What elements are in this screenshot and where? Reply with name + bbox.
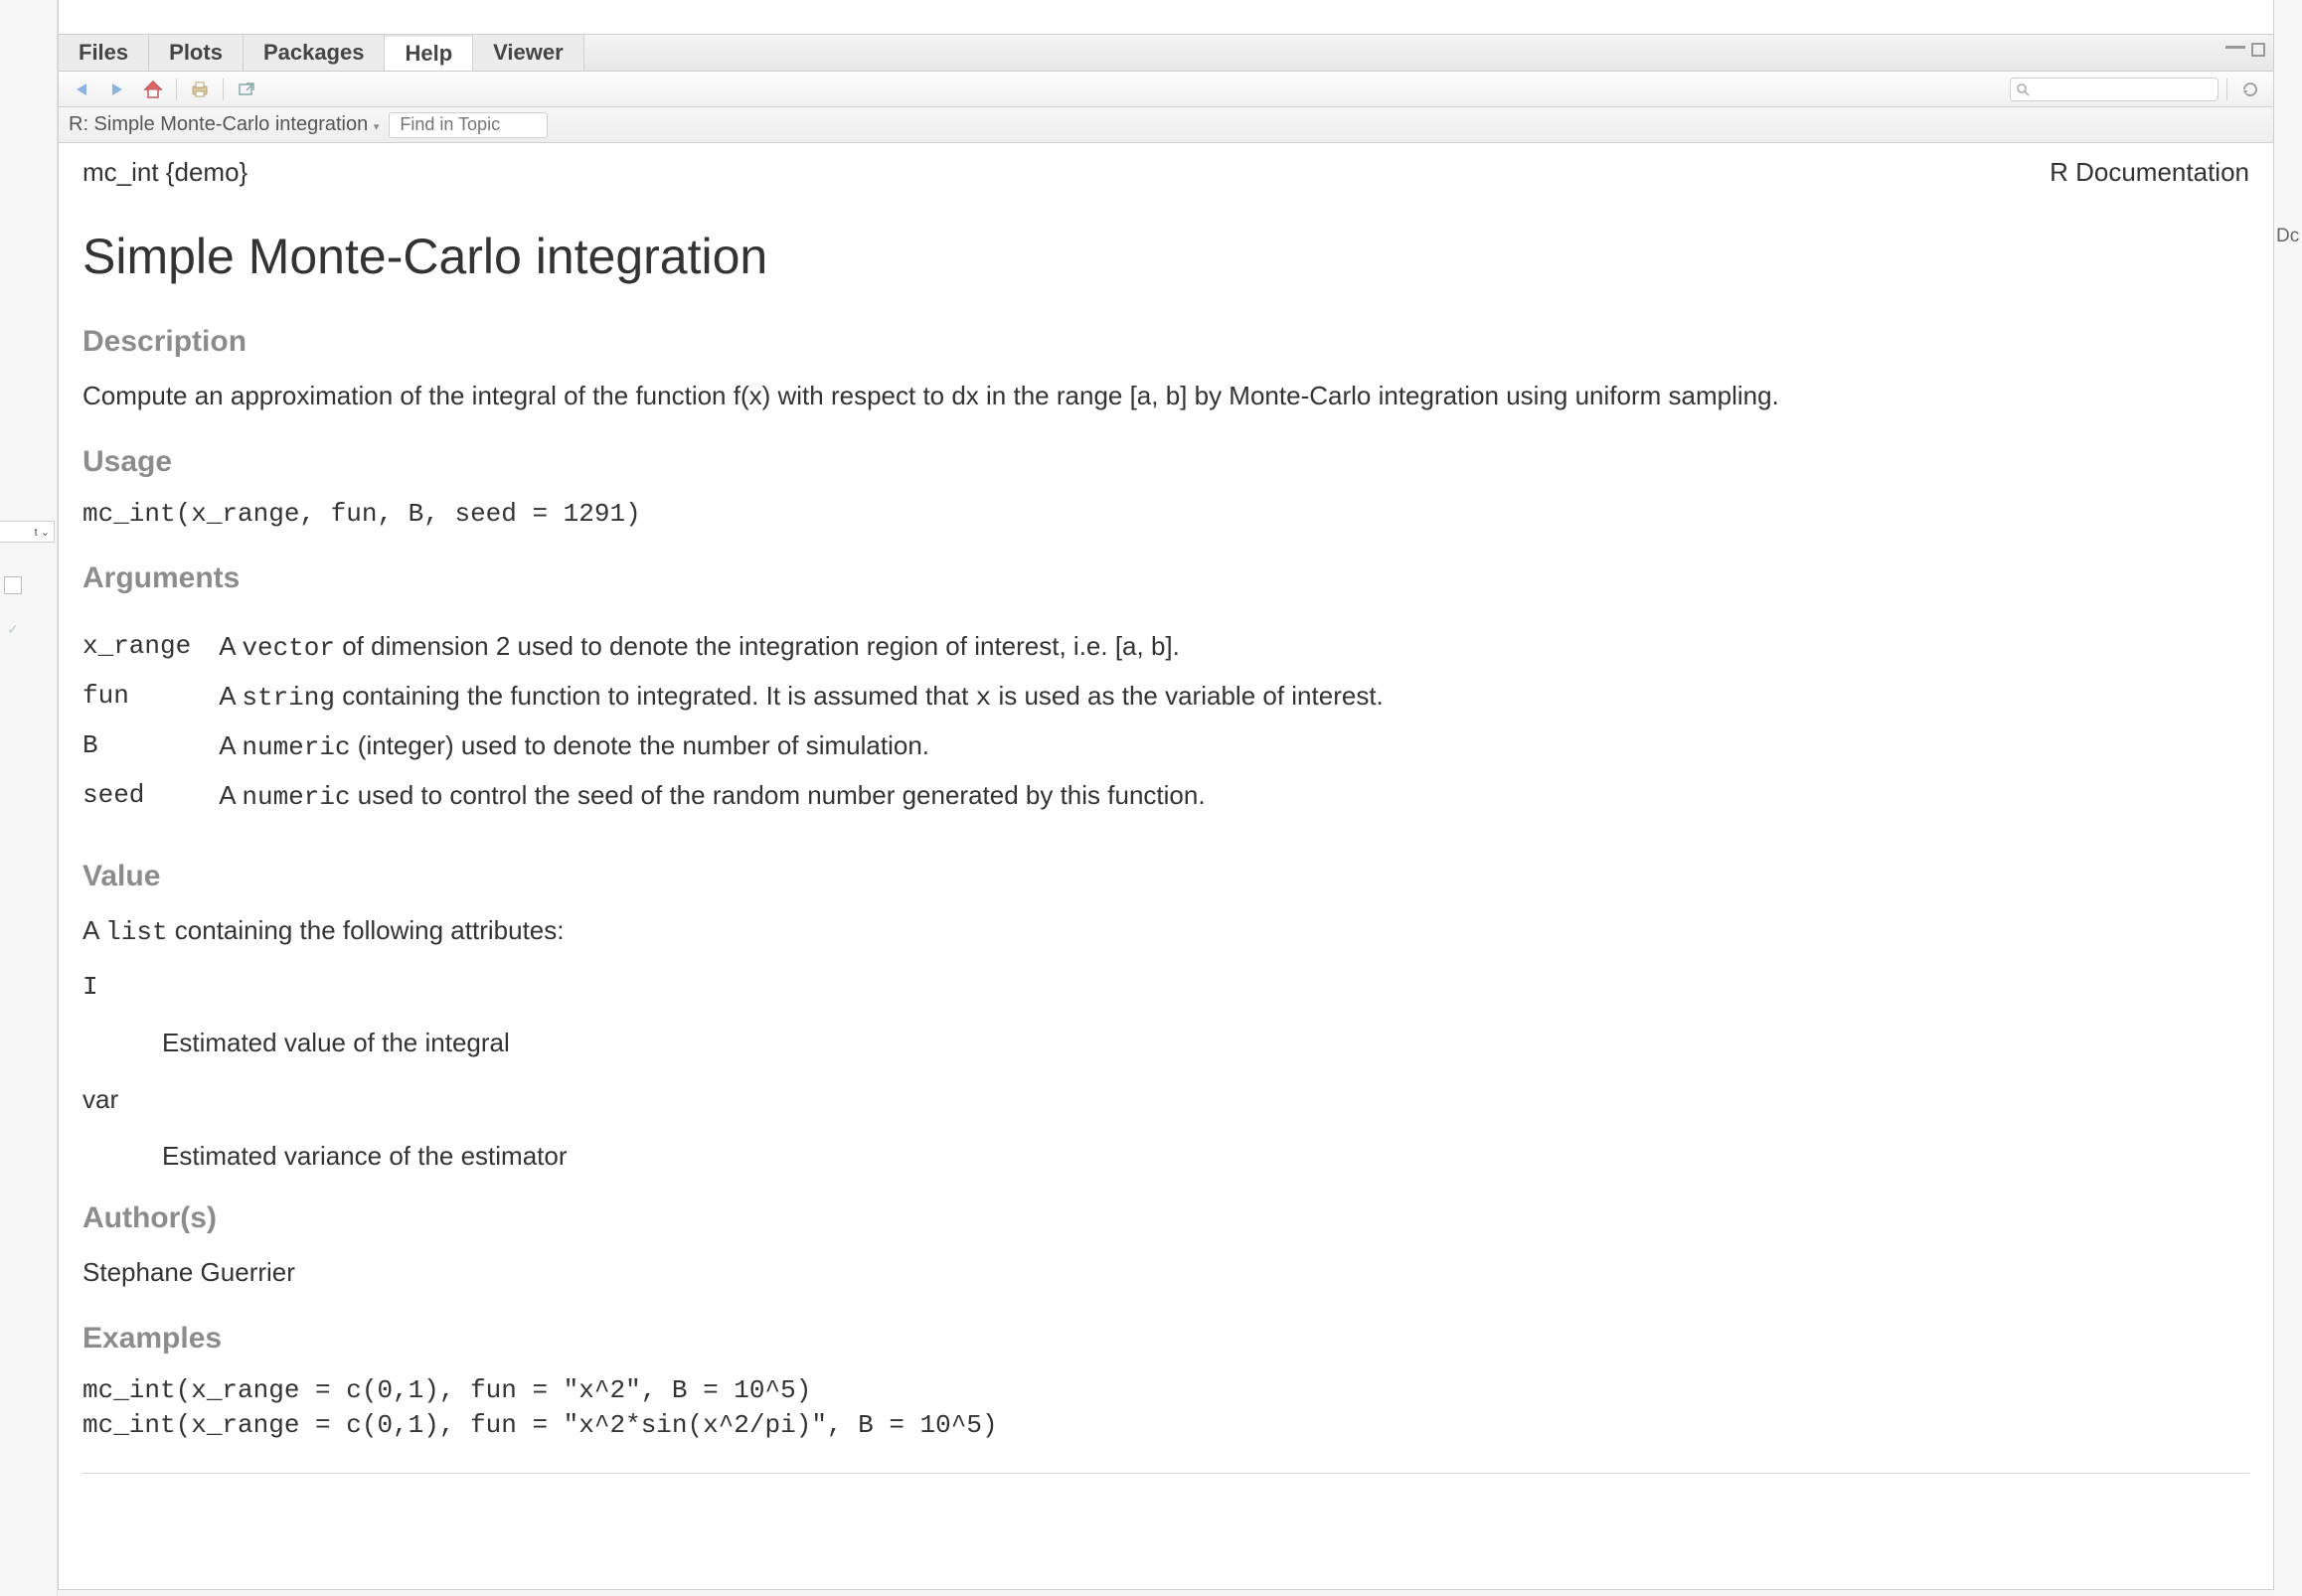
description-heading: Description: [82, 325, 2249, 359]
help-toolbar: [59, 72, 2273, 107]
arg-name: seed: [82, 780, 219, 812]
value-list: I Estimated value of the integral var Es…: [82, 972, 2249, 1172]
usage-heading: Usage: [82, 445, 2249, 479]
arg-desc: A numeric (integer) used to denote the n…: [219, 730, 1411, 762]
tab-help[interactable]: Help: [385, 35, 473, 71]
arg-desc: A string containing the function to inte…: [219, 681, 1411, 713]
page-title: Simple Monte-Carlo integration: [82, 228, 2249, 285]
r-documentation-label: R Documentation: [2050, 157, 2249, 188]
arg-name: fun: [82, 681, 219, 713]
refresh-button[interactable]: [2235, 77, 2265, 102]
arg-desc: A vector of dimension 2 used to denote t…: [219, 631, 1411, 663]
toolbar-separator: [176, 79, 177, 100]
tab-viewer[interactable]: Viewer: [473, 35, 584, 71]
top-blank-bar: [59, 0, 2273, 35]
right-strip-text: Dc: [2276, 226, 2299, 247]
value-item-desc: Estimated value of the integral: [162, 1028, 2249, 1058]
minimize-icon[interactable]: [2225, 43, 2245, 49]
doc-end-rule: [82, 1473, 2249, 1474]
home-icon: [143, 80, 163, 98]
author-heading: Author(s): [82, 1201, 2249, 1235]
arrow-left-icon: [77, 83, 86, 95]
back-button[interactable]: [67, 77, 96, 102]
print-icon: [190, 80, 210, 98]
right-strip: Dc: [2274, 0, 2302, 1596]
usage-code: mc_int(x_range, fun, B, seed = 1291): [82, 497, 2249, 532]
arguments-table: x_range A vector of dimension 2 used to …: [82, 613, 1411, 830]
examples-code: mc_int(x_range = c(0,1), fun = "x^2", B …: [82, 1373, 2249, 1443]
argument-row: seed A numeric used to control the seed …: [82, 780, 1411, 812]
print-button[interactable]: [185, 77, 215, 102]
refresh-icon: [2241, 80, 2259, 98]
search-icon: [2016, 82, 2030, 96]
tab-packages[interactable]: Packages: [244, 35, 386, 71]
tab-plots[interactable]: Plots: [149, 35, 244, 71]
left-gutter: ✓: [0, 0, 58, 1596]
value-intro: A list containing the following attribut…: [82, 911, 2249, 952]
toolbar-separator: [223, 79, 224, 100]
value-item-name: I: [82, 972, 2249, 1002]
left-gutter-box-icon[interactable]: [4, 576, 22, 594]
value-heading: Value: [82, 860, 2249, 893]
open-new-window-button[interactable]: [232, 77, 261, 102]
arguments-heading: Arguments: [82, 561, 2249, 595]
home-button[interactable]: [138, 77, 168, 102]
left-gutter-dropdown[interactable]: [0, 521, 55, 543]
arrow-right-icon: [112, 83, 122, 95]
chevron-down-icon: ▾: [374, 121, 380, 133]
left-gutter-check-icon[interactable]: ✓: [7, 621, 21, 635]
arg-desc: A numeric used to control the seed of th…: [219, 780, 1411, 812]
find-in-topic-input[interactable]: [389, 112, 548, 138]
examples-heading: Examples: [82, 1322, 2249, 1356]
argument-row: x_range A vector of dimension 2 used to …: [82, 631, 1411, 663]
argument-row: B A numeric (integer) used to denote the…: [82, 730, 1411, 762]
search-input[interactable]: [2010, 78, 2219, 101]
breadcrumb-label: R: Simple Monte-Carlo integration: [69, 113, 368, 135]
function-package-label: mc_int {demo}: [82, 157, 247, 188]
toolbar-separator: [2226, 79, 2227, 100]
maximize-icon[interactable]: [2251, 43, 2265, 57]
author-text: Stephane Guerrier: [82, 1253, 2249, 1292]
value-item-desc: Estimated variance of the estimator: [162, 1141, 2249, 1172]
breadcrumb-dropdown[interactable]: R: Simple Monte-Carlo integration ▾: [69, 113, 379, 136]
tab-files[interactable]: Files: [59, 35, 149, 71]
argument-row: fun A string containing the function to …: [82, 681, 1411, 713]
description-text: Compute an approximation of the integral…: [82, 377, 2249, 415]
open-new-window-icon: [237, 80, 256, 98]
breadcrumb-bar: R: Simple Monte-Carlo integration ▾: [59, 107, 2273, 143]
forward-button[interactable]: [102, 77, 132, 102]
pane-tabbar: Files Plots Packages Help Viewer: [59, 35, 2273, 72]
help-pane: Files Plots Packages Help Viewer: [58, 0, 2274, 1590]
help-document[interactable]: mc_int {demo} R Documentation Simple Mon…: [59, 143, 2273, 1589]
arg-name: x_range: [82, 631, 219, 663]
value-item-name: var: [82, 1084, 2249, 1115]
arg-name: B: [82, 730, 219, 762]
